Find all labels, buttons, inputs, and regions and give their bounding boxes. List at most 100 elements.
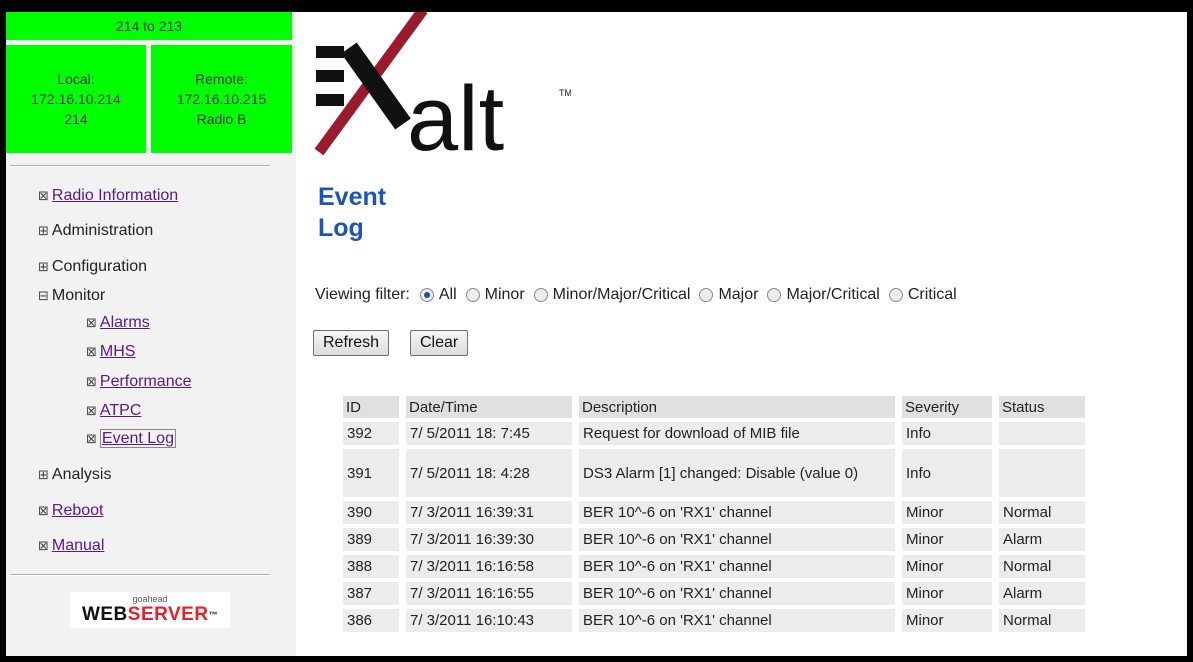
cell-severity: Minor [902, 582, 992, 605]
sidebar-divider [10, 165, 270, 167]
nav-performance[interactable]: ⊠ Performance [86, 373, 192, 391]
cell-status: Alarm [999, 582, 1085, 605]
nav-manual[interactable]: ⊠ Manual [38, 537, 104, 555]
cell-status: Normal [999, 501, 1085, 524]
nav-monitor[interactable]: ⊟ Monitor [38, 287, 105, 305]
page-icon: ⊠ [86, 404, 97, 419]
nav-monitor-label[interactable]: Monitor [52, 287, 105, 304]
cell-description: BER 10^-6 on 'RX1' channel [579, 609, 895, 632]
cell-severity: Minor [902, 528, 992, 551]
filter-radio-minor-major-critical[interactable] [533, 288, 548, 302]
cell-id: 391 [343, 449, 399, 497]
expand-icon[interactable]: ⊞ [38, 224, 49, 239]
nav-manual-link[interactable]: Manual [52, 537, 104, 554]
nav-radio-information[interactable]: ⊠ Radio Information [38, 187, 178, 205]
cell-severity: Minor [902, 501, 992, 524]
cell-description: BER 10^-6 on 'RX1' channel [579, 555, 895, 578]
cell-severity: Minor [902, 609, 992, 632]
table-row: 387 7/ 3/2011 16:16:55 BER 10^-6 on 'RX1… [343, 582, 1085, 605]
table-row: 389 7/ 3/2011 16:39:30 BER 10^-6 on 'RX1… [343, 528, 1085, 551]
table-row: 391 7/ 5/2011 18: 4:28 DS3 Alarm [1] cha… [343, 449, 1085, 497]
nav-mhs[interactable]: ⊠ MHS [86, 343, 135, 361]
cell-description: BER 10^-6 on 'RX1' channel [579, 582, 895, 605]
collapse-icon[interactable]: ⊟ [38, 289, 49, 304]
page-icon: ⊠ [38, 189, 49, 204]
page-icon: ⊠ [38, 504, 49, 519]
cell-severity: Info [902, 449, 992, 497]
cell-description: BER 10^-6 on 'RX1' channel [579, 501, 895, 524]
nav-atpc[interactable]: ⊠ ATPC [86, 402, 141, 420]
viewing-filter: Viewing filter: All Minor Minor/Major/Cr… [315, 286, 957, 304]
page-icon: ⊠ [86, 316, 97, 331]
nav-administration-label[interactable]: Administration [52, 222, 153, 239]
page-title: Event Log [318, 182, 438, 244]
filter-radio-all[interactable] [419, 288, 434, 302]
nav-event-log[interactable]: ⊠ Event Log [86, 429, 176, 448]
cell-id: 386 [343, 609, 399, 632]
filter-option-critical[interactable]: Critical [908, 286, 957, 304]
filter-option-minor[interactable]: Minor [485, 286, 525, 304]
webserver-word-server: SERVER [127, 604, 209, 625]
cell-status [999, 449, 1085, 497]
sidebar: 214 to 213 Local: 172.16.10.214 214 Remo… [6, 12, 296, 656]
nav-reboot-link[interactable]: Reboot [52, 502, 104, 519]
local-ip: 172.16.10.214 [31, 91, 121, 107]
cell-status: Normal [999, 609, 1085, 632]
nav-performance-link[interactable]: Performance [100, 373, 192, 390]
cell-severity: Info [902, 422, 992, 445]
page-title-line2: Log [318, 214, 364, 242]
cell-datetime: 7/ 3/2011 16:16:55 [406, 582, 572, 605]
cell-datetime: 7/ 3/2011 16:16:58 [406, 555, 572, 578]
nav-analysis-label[interactable]: Analysis [52, 466, 112, 483]
nav-alarms[interactable]: ⊠ Alarms [86, 314, 150, 332]
nav-configuration[interactable]: ⊞ Configuration [38, 258, 147, 276]
nav-configuration-label[interactable]: Configuration [52, 258, 147, 275]
nav-reboot[interactable]: ⊠ Reboot [38, 502, 104, 520]
cell-status: Normal [999, 555, 1085, 578]
clear-button[interactable]: Clear [410, 330, 469, 356]
cell-status: Alarm [999, 528, 1085, 551]
nav-mhs-link[interactable]: MHS [100, 343, 136, 360]
cell-id: 390 [343, 501, 399, 524]
cell-description: BER 10^-6 on 'RX1' channel [579, 528, 895, 551]
nav-analysis[interactable]: ⊞ Analysis [38, 466, 111, 484]
remote-name: Radio B [196, 111, 247, 127]
table-row: 392 7/ 5/2011 18: 7:45 Request for downl… [343, 422, 1085, 445]
local-label: Local: [57, 71, 95, 87]
local-name: 214 [64, 111, 88, 127]
cell-status [999, 422, 1085, 445]
expand-icon[interactable]: ⊞ [38, 468, 49, 483]
nav-event-log-link[interactable]: Event Log [99, 429, 176, 448]
browser-page: 214 to 213 Local: 172.16.10.214 214 Remo… [6, 12, 1187, 656]
table-row: 386 7/ 3/2011 16:10:43 BER 10^-6 on 'RX1… [343, 609, 1085, 632]
filter-radio-critical[interactable] [888, 288, 903, 302]
filter-option-minor-major-critical[interactable]: Minor/Major/Critical [553, 286, 691, 304]
filter-option-all[interactable]: All [439, 286, 457, 304]
cell-id: 388 [343, 555, 399, 578]
viewing-filter-label: Viewing filter: [315, 286, 410, 303]
cell-severity: Minor [902, 555, 992, 578]
local-radio-box: Local: 172.16.10.214 214 [6, 45, 146, 153]
cell-id: 392 [343, 422, 399, 445]
column-header-status: Status [999, 396, 1085, 418]
filter-radio-major[interactable] [699, 288, 714, 302]
exalt-logo: alt TM [314, 12, 571, 162]
expand-icon[interactable]: ⊞ [38, 260, 49, 275]
filter-radio-minor[interactable] [465, 288, 480, 302]
cell-datetime: 7/ 5/2011 18: 4:28 [406, 449, 572, 497]
nav-radio-information-link[interactable]: Radio Information [52, 187, 178, 204]
filter-option-major[interactable]: Major [718, 286, 758, 304]
filter-option-major-critical[interactable]: Major/Critical [786, 286, 879, 304]
page-icon: ⊠ [86, 432, 97, 447]
page-icon: ⊠ [86, 345, 97, 360]
remote-label: Remote: [195, 71, 248, 87]
column-header-severity: Severity [902, 396, 992, 418]
cell-datetime: 7/ 3/2011 16:39:31 [406, 501, 572, 524]
nav-administration[interactable]: ⊞ Administration [38, 222, 153, 240]
webserver-word-web: WEB [81, 604, 128, 625]
nav-atpc-link[interactable]: ATPC [100, 402, 141, 419]
filter-radio-major-critical[interactable] [767, 288, 782, 302]
refresh-button[interactable]: Refresh [313, 330, 390, 356]
nav-alarms-link[interactable]: Alarms [100, 314, 150, 331]
cell-id: 389 [343, 528, 399, 551]
